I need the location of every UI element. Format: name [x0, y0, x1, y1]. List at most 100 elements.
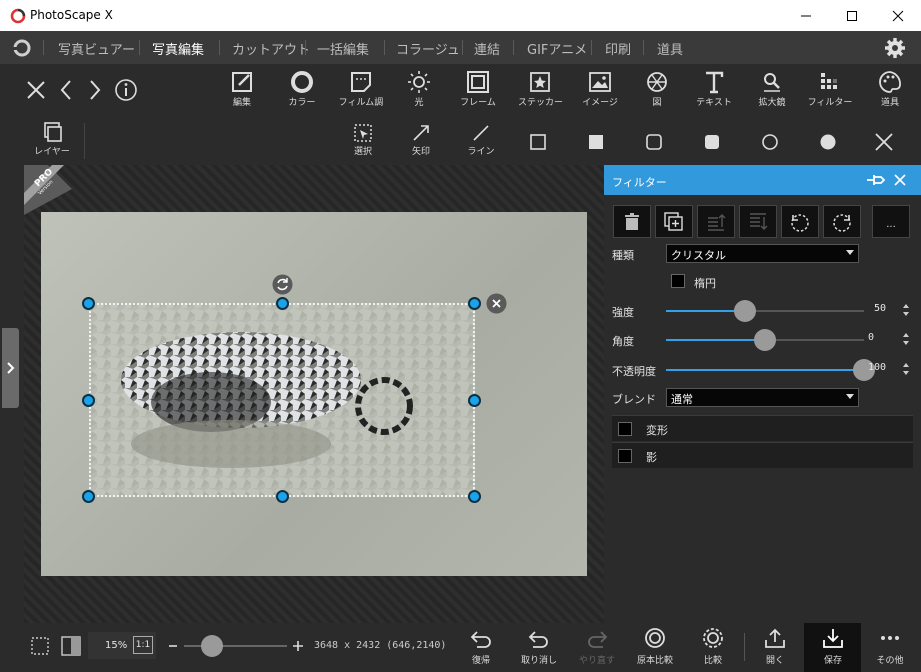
pin-icon[interactable]: [866, 173, 886, 187]
title-bar: PhotoScape X: [0, 0, 921, 31]
settings-gear-icon[interactable]: [884, 37, 906, 59]
resize-handle-tl[interactable]: [82, 297, 95, 310]
angle-slider-knob[interactable]: [754, 329, 776, 351]
tab-figure-label: 図: [652, 98, 662, 108]
menu-photo-viewer[interactable]: 写真ビュアー: [58, 39, 135, 58]
tab-text[interactable]: テキスト: [693, 70, 735, 108]
resize-handle-tr[interactable]: [468, 297, 481, 310]
tool-color[interactable]: カラー: [282, 70, 322, 108]
zoom-out-icon[interactable]: [168, 641, 178, 651]
undo-button[interactable]: 取り消し: [519, 627, 559, 666]
close-icon[interactable]: [875, 0, 921, 31]
arrow-icon: [413, 125, 429, 141]
tool-line[interactable]: ライン: [464, 123, 498, 157]
zoom-in-icon[interactable]: [292, 640, 304, 652]
circle-outline-icon[interactable]: [762, 134, 778, 150]
menu-print[interactable]: 印刷: [605, 39, 631, 58]
tab-magnifier[interactable]: 拡大鏡: [752, 70, 792, 108]
rounded-square-filled-icon[interactable]: [704, 134, 720, 150]
revert-button[interactable]: 復帰: [466, 627, 496, 666]
tab-text-label: テキスト: [696, 98, 732, 108]
square-outline-icon[interactable]: [530, 134, 546, 150]
strength-spinner-icon[interactable]: [902, 303, 910, 317]
angle-spinner-icon[interactable]: [902, 332, 910, 346]
photoscape-home-icon[interactable]: [12, 38, 32, 58]
minimize-icon[interactable]: [783, 0, 829, 31]
tool-frame[interactable]: フレーム: [456, 70, 500, 108]
edit-pencil-icon: [232, 72, 252, 92]
rotate-handle-icon[interactable]: [272, 274, 293, 295]
chevron-left-icon[interactable]: [60, 80, 72, 100]
opacity-value[interactable]: 100: [868, 362, 886, 373]
tab-sticker[interactable]: ステッカー: [518, 70, 564, 108]
close-icon[interactable]: [874, 132, 894, 152]
close-icon[interactable]: [27, 81, 45, 99]
delete-filter-button[interactable]: [613, 205, 651, 238]
strength-slider-knob[interactable]: [734, 300, 756, 322]
resize-handle-bl[interactable]: [82, 490, 95, 503]
layer-button[interactable]: レイヤー: [30, 121, 74, 157]
transform-checkbox[interactable]: [618, 422, 632, 436]
zoom-slider-track[interactable]: [184, 645, 287, 647]
duplicate-filter-button[interactable]: [655, 205, 693, 238]
split-compare-icon[interactable]: [61, 636, 81, 656]
resize-handle-br[interactable]: [468, 490, 481, 503]
zoom-slider-knob[interactable]: [201, 635, 223, 657]
more-button[interactable]: その他: [874, 627, 906, 666]
rotate-left-button[interactable]: [781, 205, 819, 238]
open-button[interactable]: 開く: [760, 627, 790, 666]
menu-photo-editor[interactable]: 写真編集: [152, 39, 204, 58]
menu-batch[interactable]: 一括編集: [317, 39, 369, 58]
tool-edit[interactable]: 編集: [222, 70, 262, 108]
tool-select[interactable]: 選択: [346, 123, 380, 157]
square-filled-icon[interactable]: [588, 134, 604, 150]
save-label: 保存: [823, 656, 842, 666]
menu-gif[interactable]: GIFアニメ: [527, 39, 587, 58]
shadow-checkbox[interactable]: [618, 449, 632, 463]
resize-handle-t[interactable]: [276, 297, 289, 310]
tab-image[interactable]: イメージ: [578, 70, 622, 108]
tool-arrow[interactable]: 矢印: [404, 123, 438, 157]
rounded-square-outline-icon[interactable]: [646, 134, 662, 150]
menu-tools[interactable]: 道具: [657, 39, 683, 58]
type-select[interactable]: クリスタル: [666, 244, 859, 263]
save-button[interactable]: 保存: [818, 627, 848, 666]
menu-cutout[interactable]: カットアウト: [232, 39, 310, 58]
more-options-button[interactable]: ...: [872, 205, 910, 238]
actual-size-button[interactable]: 1:1: [133, 636, 153, 654]
close-icon[interactable]: [894, 174, 906, 186]
tool-tools[interactable]: 道具: [870, 70, 910, 108]
resize-handle-l[interactable]: [82, 394, 95, 407]
compare-original-button[interactable]: 原本比較: [632, 627, 678, 666]
opacity-spinner-icon[interactable]: [902, 362, 910, 376]
rotate-right-button[interactable]: [823, 205, 861, 238]
more-label: その他: [876, 656, 904, 666]
selection-box[interactable]: [89, 303, 475, 497]
delete-object-icon[interactable]: [486, 293, 507, 314]
chevron-right-icon[interactable]: [89, 80, 101, 100]
tool-film[interactable]: フィルム調: [337, 70, 385, 108]
maximize-icon[interactable]: [829, 0, 875, 31]
tab-filter[interactable]: フィルター: [806, 70, 854, 108]
info-icon[interactable]: [114, 78, 138, 102]
transform-row[interactable]: 変形: [612, 415, 913, 441]
expand-sidebar-button[interactable]: [2, 328, 19, 408]
palette-icon: [879, 71, 901, 93]
select-area-icon[interactable]: [30, 636, 50, 656]
tab-figure[interactable]: 図: [640, 70, 674, 108]
zoom-value[interactable]: 15%: [105, 640, 127, 651]
strength-value[interactable]: 50: [874, 303, 886, 314]
tool-light[interactable]: 光: [399, 70, 439, 108]
menu-collage[interactable]: コラージュ: [396, 39, 460, 58]
resize-handle-r[interactable]: [468, 394, 481, 407]
blend-select[interactable]: 通常: [666, 388, 859, 407]
angle-value[interactable]: 0: [868, 332, 874, 343]
resize-handle-b[interactable]: [276, 490, 289, 503]
menu-combine[interactable]: 連結: [474, 39, 500, 58]
compare-button[interactable]: 比較: [698, 627, 728, 666]
circle-filled-icon[interactable]: [820, 134, 836, 150]
ellipse-checkbox[interactable]: [671, 274, 685, 288]
angle-slider-fill: [666, 339, 765, 341]
shadow-row[interactable]: 影: [612, 442, 913, 468]
tab-sticker-label: ステッカー: [518, 98, 564, 108]
